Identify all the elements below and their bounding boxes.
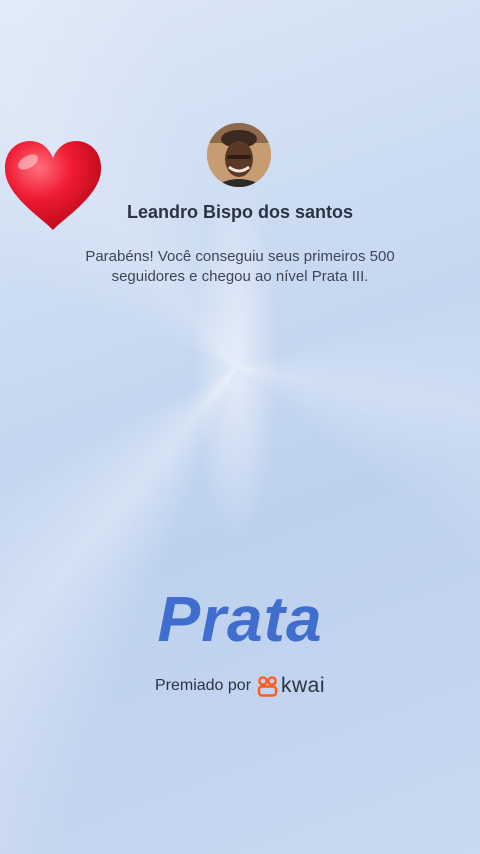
kwai-brand-name: kwai — [281, 674, 326, 697]
kwai-logo-icon — [257, 676, 278, 697]
level-title: Prata — [157, 583, 323, 655]
awarded-label: Premiado por — [154, 677, 252, 694]
user-name: Leandro Bispo dos santos — [126, 202, 354, 222]
kwai-brand: kwai — [257, 674, 325, 698]
user-avatar[interactable] — [207, 123, 271, 187]
congrats-message: Parabéns! Você conseguiu seus primeiros … — [85, 248, 395, 285]
awarded-by-row: Premiado por kwai — [0, 674, 480, 698]
user-avatar-photo-icon — [207, 123, 271, 187]
